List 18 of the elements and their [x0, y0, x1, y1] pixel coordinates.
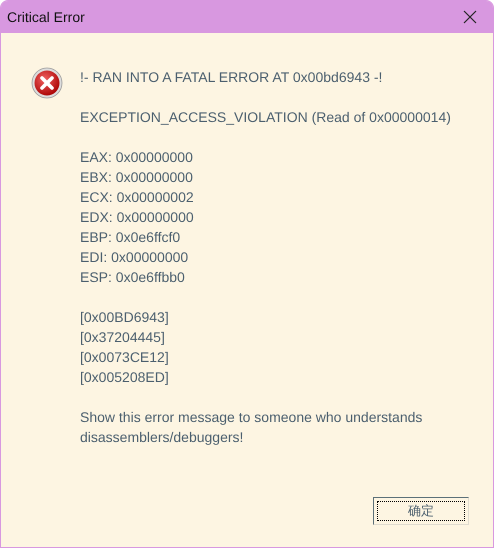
register-line: EBP: 0x0e6ffcf0 [80, 228, 182, 247]
stack-address: [0x0073CE12] [80, 348, 170, 367]
ok-button[interactable]: 确定 [373, 497, 469, 525]
window-title: Critical Error [7, 9, 85, 25]
error-icon [31, 67, 63, 99]
register-line: EAX: 0x00000000 [80, 148, 194, 167]
register-line: ESP: 0x0e6ffbb0 [80, 268, 186, 287]
stack-address: [0x00BD6943] [80, 308, 170, 327]
error-heading: !- RAN INTO A FATAL ERROR AT 0x00bd6943 -! [80, 68, 384, 87]
close-icon [463, 10, 477, 24]
register-line: EDI: 0x00000000 [80, 248, 190, 267]
register-line: EBX: 0x00000000 [80, 168, 194, 187]
register-line: ECX: 0x00000002 [80, 188, 195, 207]
register-line: EDX: 0x00000000 [80, 208, 195, 227]
advice-text: Show this error message to someone who understands disassemblers/debuggers! [80, 408, 424, 447]
stack-address: [0x005208ED] [80, 368, 170, 387]
exception-text: EXCEPTION_ACCESS_VIOLATION (Read of 0x00000014) [80, 108, 452, 127]
stack-address: [0x37204445] [80, 328, 166, 347]
